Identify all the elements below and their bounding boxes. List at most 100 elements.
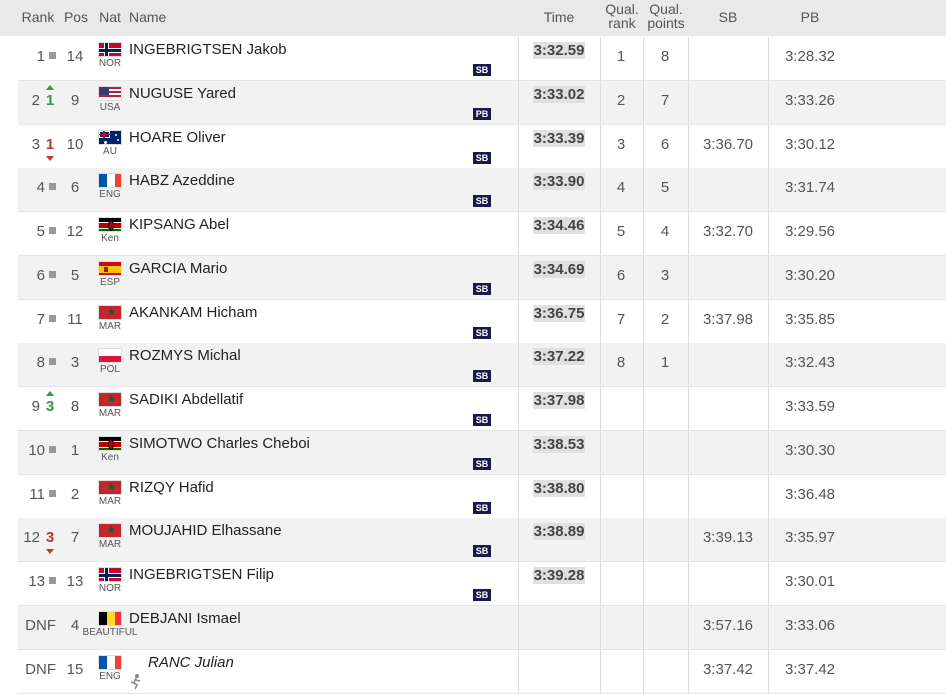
column-divider xyxy=(643,387,644,430)
no-change-icon xyxy=(49,314,56,322)
column-divider xyxy=(600,562,601,605)
rank-number: 10 xyxy=(28,441,45,459)
athlete-name-link[interactable]: AKANKAM Hicham xyxy=(129,304,257,321)
athlete-name-link[interactable]: SADIKI Abdellatif xyxy=(129,391,243,408)
time-cell: 3:34.46 xyxy=(518,217,600,234)
time-cell: 3:38.53 xyxy=(518,435,600,453)
nat-code: NOR xyxy=(98,583,122,594)
header-name[interactable]: Name xyxy=(129,9,169,25)
flag-morocco-icon: ★ xyxy=(98,523,122,539)
table-row[interactable]: 5 12 Ken KIPSANG Abel 3:34.46 5 4 3:32.70 3:29.5… xyxy=(18,212,946,256)
column-divider xyxy=(768,299,769,343)
header-nat[interactable]: Nat xyxy=(97,9,123,25)
column-divider xyxy=(600,387,601,430)
athlete-name-link[interactable]: DEBJANI Ismael xyxy=(129,610,241,627)
qual-rank-cell: 6 xyxy=(616,266,626,284)
table-row[interactable]: 1 14 NOR INGEBRIGTSEN Jakob SB 3:32.59 1 8 3:28.… xyxy=(18,37,946,81)
table-row[interactable]: 12 3 7 ★ MAR MOUJAHID Elhassane SB 3:38.89 3:39.… xyxy=(18,518,946,563)
rank-number: 5 xyxy=(36,223,45,240)
record-badge: SB xyxy=(473,195,491,208)
flag-france-icon xyxy=(98,654,122,670)
rank-cell: 5 xyxy=(18,223,56,240)
header-time[interactable]: Time xyxy=(518,9,600,25)
header-qual-points-line1: Qual. xyxy=(649,1,683,17)
pos-cell: 10 xyxy=(66,135,84,153)
no-change-icon xyxy=(49,52,56,60)
athlete-name-link[interactable]: HOARE Oliver xyxy=(129,129,226,146)
table-row[interactable]: 7 11 ★ MAR AKANKAM Hicham SB 3:36.75 7 2 3:37.98 3… xyxy=(18,299,946,344)
column-divider xyxy=(518,649,519,693)
time-value: 3:34.69 xyxy=(532,260,586,278)
athlete-name-link[interactable]: MOUJAHID Elhassane xyxy=(129,522,282,539)
table-row[interactable]: 3 1 10 AU HOARE Oliver SB 3:33.39 3 6 3:36.70 3:30… xyxy=(18,124,946,169)
no-change-icon xyxy=(49,445,56,453)
no-change-icon xyxy=(49,577,56,585)
athlete-name-link[interactable]: KIPSANG Abel xyxy=(129,216,229,233)
athlete-name-link[interactable]: RANC Julian xyxy=(148,654,234,671)
header-qual-rank-line2: rank xyxy=(608,15,636,31)
sb-cell: 3:37.42 xyxy=(702,660,754,678)
rank-up-icon: 1 xyxy=(44,84,56,109)
table-row[interactable]: 10 1 Ken SIMOTWO Charles Cheboi SB 3:38.53 3:3… xyxy=(18,430,946,475)
table-row[interactable]: 8 3 POL ROZMYS Michal SB 3:37.22 8 1 3:32.43 xyxy=(18,343,946,388)
table-row[interactable]: 9 3 8 ★ MAR SADIKI Abdellatif SB 3:37.98 3:33.59 xyxy=(18,387,946,431)
header-pos[interactable]: Pos xyxy=(62,9,90,25)
rank-cell: 12 3 xyxy=(18,529,56,555)
pos-cell: 6 xyxy=(70,179,80,197)
athlete-name-link[interactable]: GARCIA Mario xyxy=(129,260,227,277)
table-row[interactable]: 11 2 ★ MAR RIZQY Hafid SB 3:38.80 3:36.48 xyxy=(18,474,946,519)
rank-cell: 21 xyxy=(18,84,56,109)
table-row[interactable]: 4 6 ENG HABZ Azeddine SB 3:33.90 4 5 3:31.74 xyxy=(18,168,946,213)
table-row[interactable]: 6 5 ESP GARCIA Mario SB 3:34.69 6 3 3:30.20 xyxy=(18,255,946,300)
header-sb[interactable]: SB xyxy=(688,9,768,25)
column-divider xyxy=(643,430,644,474)
athlete-name-link[interactable]: INGEBRIGTSEN Jakob xyxy=(129,41,287,58)
pb-cell: 3:36.48 xyxy=(784,485,836,503)
pb-cell: 3:30.20 xyxy=(784,266,836,284)
column-divider xyxy=(768,649,769,693)
no-change-icon xyxy=(49,227,56,235)
pb-cell: 3:31.74 xyxy=(784,179,836,197)
header-pb[interactable]: PB xyxy=(770,9,850,25)
table-row[interactable]: DNF 4 BEAUTIFUL DEBJANI Ismael 3:57.16 3:33.0… xyxy=(18,605,946,650)
time-cell: 3:36.75 xyxy=(518,304,600,322)
rank-number: 8 xyxy=(36,354,45,372)
sb-cell: 3:39.13 xyxy=(702,529,754,547)
header-qual-rank[interactable]: Qual. rank xyxy=(601,2,643,30)
nat-code: ENG xyxy=(99,670,121,682)
qual-points-cell: 4 xyxy=(660,223,670,240)
flag-poland-icon xyxy=(98,348,122,364)
table-row[interactable]: DNF 15 ENG RANC Julian 3:37.42 3:37.42 xyxy=(18,649,946,694)
athlete-name-link[interactable]: ROZMYS Michal xyxy=(129,347,241,364)
rank-cell: DNF xyxy=(18,661,56,678)
header-qual-points[interactable]: Qual. points xyxy=(643,2,689,30)
record-badge: SB xyxy=(473,457,491,470)
qual-points-cell: 7 xyxy=(660,91,670,109)
column-divider xyxy=(688,343,689,387)
column-divider xyxy=(768,343,769,387)
pb-cell: 3:29.56 xyxy=(784,223,836,240)
qual-points-cell: 5 xyxy=(660,179,670,197)
athlete-name-link[interactable]: HABZ Azeddine xyxy=(129,172,235,189)
table-row[interactable]: 2 1 9 USA NUGUSE Yared PB 3:33.02 2 7 3:33.26 xyxy=(18,80,946,125)
qual-rank-cell: 1 xyxy=(616,48,626,65)
qual-rank-cell: 3 xyxy=(616,135,626,153)
athlete-name-link[interactable]: SIMOTWO Charles Cheboi xyxy=(129,435,310,452)
record-badge: SB xyxy=(473,589,491,601)
athlete-name-link[interactable]: RIZQY Hafid xyxy=(129,479,214,496)
pb-cell: 3:30.01 xyxy=(784,573,836,590)
sb-cell: 3:37.98 xyxy=(702,310,754,328)
flag-morocco-icon: ★ xyxy=(98,304,122,320)
athlete-name-link[interactable]: INGEBRIGTSEN Filip xyxy=(129,566,274,583)
qual-points-cell: 8 xyxy=(660,48,670,65)
rank-number: 4 xyxy=(36,179,45,197)
header-rank[interactable]: Rank xyxy=(18,9,58,25)
rank-number: 2 xyxy=(31,91,40,109)
nat-code: MAR xyxy=(98,539,122,551)
athlete-name-link[interactable]: NUGUSE Yared xyxy=(129,85,236,102)
rank-cell: 7 xyxy=(18,311,56,328)
time-cell: 3:33.39 xyxy=(518,129,600,147)
table-row[interactable]: 13 13 NOR INGEBRIGTSEN Filip SB 3:39.28 3:30.0… xyxy=(18,562,946,606)
column-divider xyxy=(768,212,769,255)
column-divider xyxy=(518,605,519,649)
